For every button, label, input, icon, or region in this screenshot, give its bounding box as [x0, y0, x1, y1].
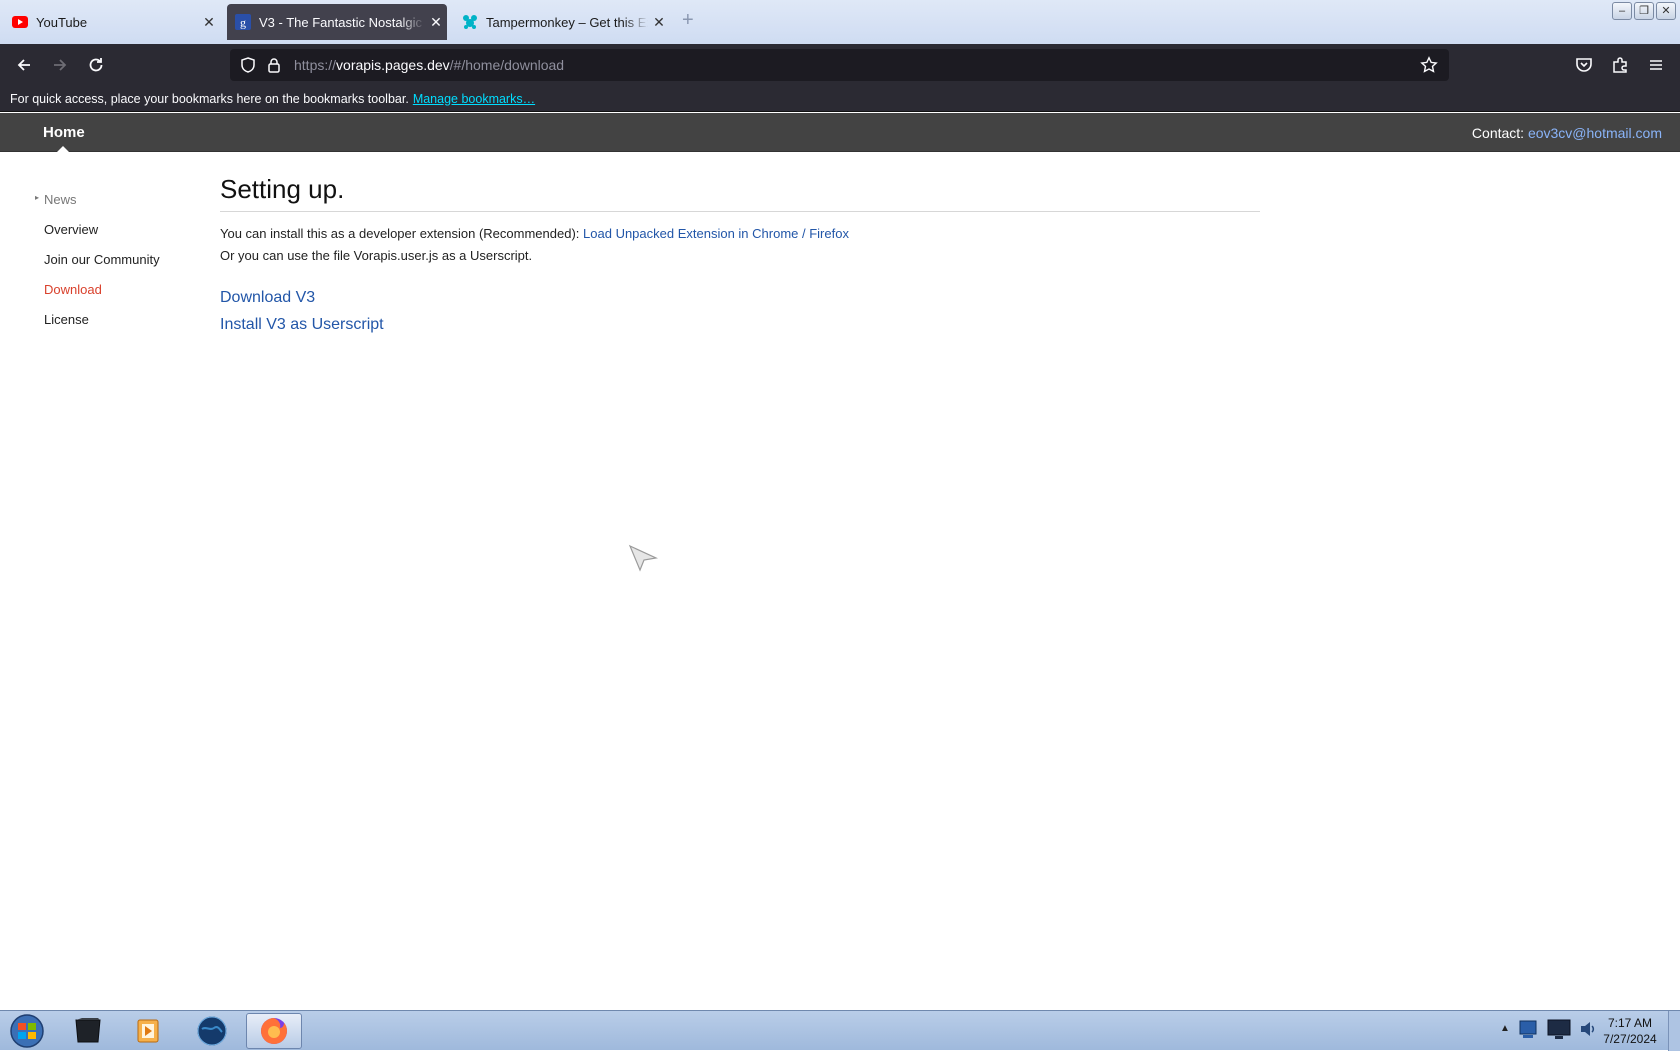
install-text: You can install this as a developer exte…	[220, 226, 580, 241]
system-clock[interactable]: 7:17 AM 7/27/2024	[1600, 1015, 1660, 1047]
v3-icon: g	[235, 14, 251, 30]
url-text: https://vorapis.pages.dev/#/home/downloa…	[294, 57, 565, 73]
install-instructions: You can install this as a developer exte…	[220, 226, 849, 241]
download-v3-link[interactable]: Download V3	[220, 289, 315, 307]
svg-text:g: g	[240, 16, 246, 30]
tab-title: Tampermonkey – Get this Extension	[486, 14, 648, 30]
sidebar-item-license[interactable]: License	[44, 312, 89, 327]
install-userscript-link[interactable]: Install V3 as Userscript	[220, 316, 384, 334]
reload-icon[interactable]	[82, 52, 110, 78]
bullet-icon: ▸	[35, 193, 40, 202]
contact-email-link[interactable]: eov3cv@hotmail.com	[1528, 125, 1662, 141]
sidebar-item-community[interactable]: Join our Community	[44, 252, 160, 267]
contact-label: Contact:	[1471, 125, 1525, 141]
clock-date: 7/27/2024	[1603, 1032, 1657, 1046]
sidebar-item-label: Overview	[44, 222, 99, 237]
display-icon[interactable]	[1546, 1017, 1572, 1041]
taskbar-firefox-icon[interactable]	[246, 1013, 302, 1049]
youtube-icon	[12, 16, 28, 28]
tab-title: YouTube	[36, 14, 88, 30]
taskbar-media-player-icon[interactable]	[120, 1013, 176, 1049]
show-desktop-button[interactable]	[1668, 1011, 1680, 1051]
tab-tampermonkey[interactable]: Tampermonkey – Get this Extension ✕	[454, 4, 670, 40]
tab-youtube[interactable]: YouTube ✕	[4, 4, 220, 40]
site-header: Home Contact: eov3cv@hotmail.com	[0, 113, 1680, 152]
shield-icon[interactable]	[236, 53, 260, 77]
active-nav-indicator	[57, 146, 69, 152]
extensions-icon[interactable]	[1607, 52, 1633, 78]
page-title: Setting up.	[220, 174, 1260, 212]
main-content: Setting up. You can install this as a de…	[220, 174, 1260, 333]
tampermonkey-icon	[463, 15, 477, 29]
bookmarks-hint: For quick access, place your bookmarks h…	[10, 91, 409, 106]
taskbar: ▲ 7:17 AM 7/27/2024	[0, 1010, 1680, 1051]
mouse-cursor-icon	[628, 544, 658, 572]
close-window-icon[interactable]: ✕	[1656, 2, 1676, 20]
tab-title: V3 - The Fantastic Nostalgic YouTube	[259, 14, 425, 30]
network-icon[interactable]	[1518, 1017, 1540, 1041]
sidebar-item-download[interactable]: Download	[44, 282, 102, 297]
sidebar-item-label: License	[44, 312, 89, 327]
close-tab-icon[interactable]: ✕	[198, 14, 220, 31]
hamburger-menu-icon[interactable]	[1643, 52, 1669, 78]
tab-strip: YouTube ✕ g V3 - The Fantastic Nostalgic…	[0, 0, 1680, 44]
start-button-icon[interactable]	[5, 1014, 49, 1048]
navigation-toolbar: https://vorapis.pages.dev/#/home/downloa…	[0, 44, 1680, 86]
taskbar-globe-icon[interactable]	[184, 1013, 240, 1049]
plus-icon[interactable]: +	[682, 9, 694, 32]
taskbar-terminal-icon[interactable]	[60, 1013, 116, 1049]
sidebar-item-label: Join our Community	[44, 252, 160, 267]
manage-bookmarks-link[interactable]: Manage bookmarks…	[413, 92, 535, 106]
close-tab-icon[interactable]: ✕	[425, 14, 447, 31]
sidebar-item-news[interactable]: ▸ News	[35, 192, 77, 207]
tab-v3[interactable]: g V3 - The Fantastic Nostalgic YouTube ✕	[227, 4, 447, 40]
forward-arrow-icon[interactable]	[46, 52, 74, 78]
minimize-icon[interactable]: –	[1612, 2, 1632, 20]
clock-time: 7:17 AM	[1607, 1016, 1653, 1030]
window-controls: – ❐ ✕	[1612, 2, 1676, 20]
load-unpacked-link[interactable]: Load Unpacked Extension in Chrome / Fire…	[583, 226, 849, 241]
system-tray	[1518, 1017, 1598, 1041]
lock-icon[interactable]	[262, 53, 286, 77]
volume-icon[interactable]	[1578, 1017, 1598, 1041]
home-nav-link[interactable]: Home	[43, 124, 85, 141]
sidebar-item-label: Download	[44, 282, 102, 297]
userscript-instructions: Or you can use the file Vorapis.user.js …	[220, 248, 533, 263]
sidebar-item-overview[interactable]: Overview	[44, 222, 98, 237]
restore-icon[interactable]: ❐	[1634, 2, 1654, 20]
tray-expand-icon[interactable]: ▲	[1500, 1023, 1510, 1034]
bookmarks-toolbar: For quick access, place your bookmarks h…	[0, 86, 1680, 112]
back-arrow-icon[interactable]	[10, 52, 38, 78]
address-bar[interactable]: https://vorapis.pages.dev/#/home/downloa…	[230, 49, 1449, 81]
bookmark-star-icon[interactable]	[1417, 53, 1441, 77]
contact-info: Contact: eov3cv@hotmail.com	[1472, 125, 1662, 141]
close-tab-icon[interactable]: ✕	[648, 14, 670, 31]
sidebar-item-label: News	[44, 192, 77, 207]
pocket-icon[interactable]	[1571, 52, 1597, 78]
